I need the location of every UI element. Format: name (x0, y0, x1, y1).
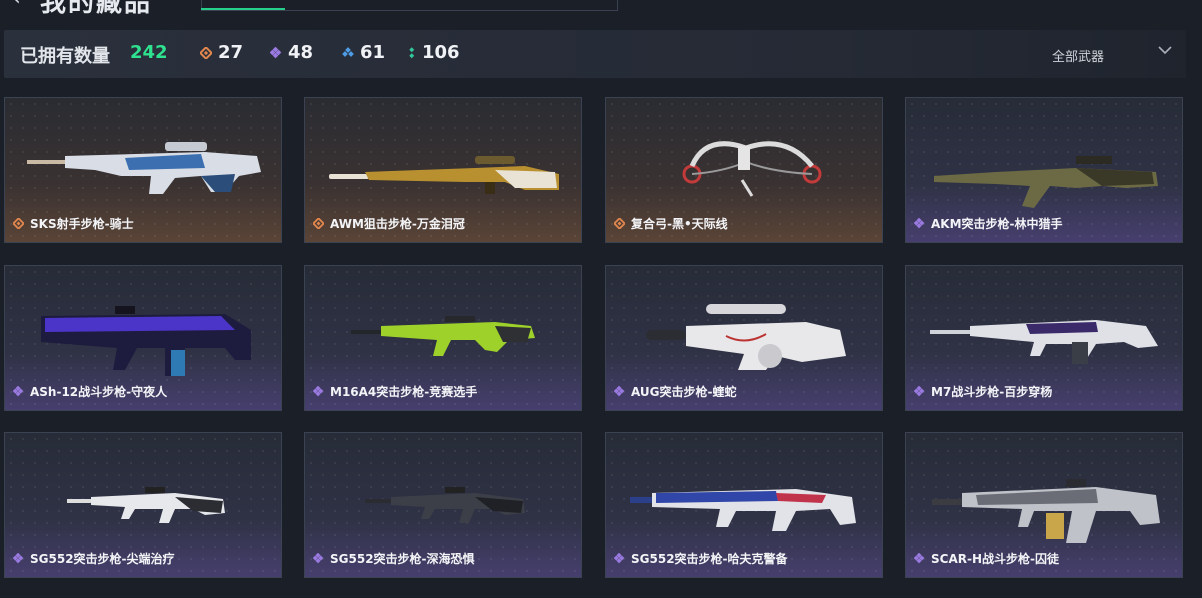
stat-green-value: 106 (422, 42, 460, 63)
item-name: 复合弓-黑•天际线 (631, 217, 728, 231)
item-card[interactable]: SG552突击步枪-深海恐惧 (304, 432, 582, 578)
purple-rarity-icon (914, 386, 925, 397)
compound-bow-image (682, 141, 822, 197)
chevron-down-icon[interactable] (1156, 41, 1174, 59)
item-card[interactable]: M16A4突击步枪-竞赛选手 (304, 265, 582, 411)
stat-purple: 48 (270, 42, 313, 63)
scar-h-rifle-image (932, 479, 1160, 543)
sg552-rifle-image (67, 487, 225, 523)
purple-rarity-icon (313, 386, 324, 397)
orange-rarity-icon (313, 218, 324, 229)
item-card[interactable]: AUG突击步枪-蝰蛇 (605, 265, 883, 411)
item-card[interactable]: SG552突击步枪-哈夫克警备 (605, 432, 883, 578)
item-label: AUG突击步枪-蝰蛇 (614, 383, 737, 400)
collection-summary: 已拥有数量 242 27 48 61 106 全部武器 (4, 30, 1186, 78)
purple-rarity-icon (914, 218, 925, 229)
stat-purple-value: 48 (288, 42, 314, 63)
item-label: AKM突击步枪-林中猎手 (914, 215, 1063, 232)
item-label: M16A4突击步枪-竞赛选手 (313, 383, 477, 400)
active-tab-indicator (201, 8, 285, 10)
item-card[interactable]: SG552突击步枪-尖端治疗 (4, 432, 282, 578)
item-name: SKS射手步枪-骑士 (30, 217, 134, 231)
m16a4-rifle-image (351, 316, 535, 356)
item-label: SCAR-H战斗步枪-囚徒 (914, 550, 1059, 567)
purple-rarity-icon (614, 553, 625, 564)
item-name: M7战斗步枪-百步穿杨 (931, 385, 1053, 399)
green-rarity-icon (409, 46, 415, 58)
item-name: AKM突击步枪-林中猎手 (931, 217, 1063, 231)
akm-rifle-image (934, 156, 1158, 208)
sks-rifle-image (27, 142, 261, 194)
item-label: 复合弓-黑•天际线 (614, 215, 728, 232)
item-card[interactable]: ASh-12战斗步枪-守夜人 (4, 265, 282, 411)
purple-rarity-icon (270, 46, 282, 58)
item-name: ASh-12战斗步枪-守夜人 (30, 385, 168, 399)
stat-orange-value: 27 (218, 42, 244, 63)
item-name: SG552突击步枪-深海恐惧 (330, 552, 475, 566)
purple-rarity-icon (614, 386, 625, 397)
stat-blue-value: 61 (360, 42, 386, 63)
purple-rarity-icon (13, 553, 24, 564)
item-label: SG552突击步枪-尖端治疗 (13, 550, 175, 567)
item-card[interactable]: AKM突击步枪-林中猎手 (905, 97, 1183, 243)
item-label: AWM狙击步枪-万金泪冠 (313, 215, 465, 232)
orange-rarity-icon (614, 218, 625, 229)
sg552-rifle-image (630, 489, 856, 531)
stat-orange: 27 (200, 42, 243, 63)
stat-green: 106 (408, 42, 460, 63)
item-label: SG552突击步枪-哈夫克警备 (614, 550, 788, 567)
purple-rarity-icon (313, 553, 324, 564)
stat-blue: 61 (342, 42, 385, 63)
item-name: SG552突击步枪-哈夫克警备 (631, 552, 788, 566)
purple-rarity-icon (914, 553, 925, 564)
chevron-left-icon[interactable]: ‹ (12, 0, 21, 11)
item-name: AWM狙击步枪-万金泪冠 (330, 217, 465, 231)
item-label: SG552突击步枪-深海恐惧 (313, 550, 475, 567)
item-name: SCAR-H战斗步枪-囚徒 (931, 552, 1059, 566)
item-name: M16A4突击步枪-竞赛选手 (330, 385, 478, 399)
awm-rifle-image (329, 156, 559, 194)
purple-rarity-icon (13, 386, 24, 397)
item-card[interactable]: M7战斗步枪-百步穿杨 (905, 265, 1183, 411)
item-name: SG552突击步枪-尖端治疗 (30, 552, 175, 566)
blue-rarity-icon (342, 46, 354, 57)
sg552-rifle-image (365, 487, 525, 523)
item-label: M7战斗步枪-百步穿杨 (914, 383, 1052, 400)
item-label: ASh-12战斗步枪-守夜人 (13, 383, 167, 400)
item-card[interactable]: 复合弓-黑•天际线 (605, 97, 883, 243)
top-bar: ‹ 我的藏品 (0, 0, 1202, 18)
aug-rifle-image (646, 304, 846, 370)
m7-rifle-image (930, 320, 1158, 364)
item-label: SKS射手步枪-骑士 (13, 215, 134, 232)
owned-count: 242 (130, 42, 168, 63)
page-title: 我的藏品 (40, 0, 153, 18)
ash12-rifle-image (41, 306, 251, 376)
orange-rarity-icon (13, 218, 24, 229)
item-name: AUG突击步枪-蝰蛇 (631, 385, 737, 399)
weapon-filter-dropdown[interactable]: 全部武器 (1052, 46, 1104, 65)
item-card[interactable]: SKS射手步枪-骑士 (4, 97, 282, 243)
item-card[interactable]: AWM狙击步枪-万金泪冠 (304, 97, 582, 243)
owned-label: 已拥有数量 (20, 46, 110, 67)
item-card[interactable]: SCAR-H战斗步枪-囚徒 (905, 432, 1183, 578)
orange-rarity-icon (200, 46, 212, 59)
